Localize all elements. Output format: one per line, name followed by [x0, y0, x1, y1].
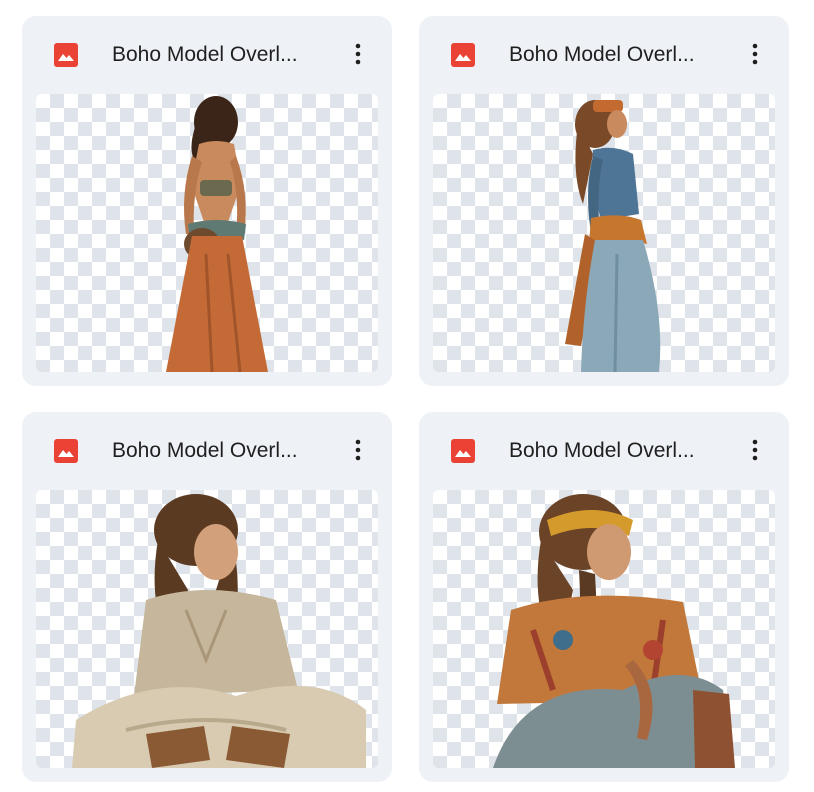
image-file-icon	[451, 439, 475, 463]
file-grid: Boho Model Overl... Boho Model Overl... …	[0, 0, 814, 792]
file-card[interactable]: Boho Model Overl...	[22, 16, 392, 386]
file-title: Boho Model Overl...	[112, 43, 298, 66]
file-card-header[interactable]: Boho Model Overl...	[22, 412, 392, 488]
file-card-header[interactable]: Boho Model Overl...	[22, 16, 392, 92]
file-title: Boho Model Overl...	[112, 439, 298, 462]
file-title: Boho Model Overl...	[509, 439, 695, 462]
file-card-header[interactable]: Boho Model Overl...	[419, 412, 789, 488]
more-vert-icon	[752, 43, 758, 65]
model-back-view-image	[166, 96, 268, 372]
image-file-icon	[451, 43, 475, 67]
more-vert-icon	[355, 43, 361, 65]
more-options-button[interactable]	[340, 432, 376, 468]
more-options-button[interactable]	[737, 36, 773, 72]
file-card[interactable]: Boho Model Overl...	[419, 16, 789, 386]
more-vert-icon	[752, 439, 758, 461]
image-file-icon	[54, 43, 78, 67]
file-title: Boho Model Overl...	[509, 43, 695, 66]
file-thumbnail[interactable]	[36, 94, 378, 372]
file-thumbnail[interactable]	[36, 490, 378, 768]
image-file-icon	[54, 439, 78, 463]
more-vert-icon	[355, 439, 361, 461]
model-seated-headscarf-image	[493, 494, 735, 768]
more-options-button[interactable]	[737, 432, 773, 468]
file-card[interactable]: Boho Model Overl...	[419, 412, 789, 782]
file-card-header[interactable]: Boho Model Overl...	[419, 16, 789, 92]
file-card[interactable]: Boho Model Overl...	[22, 412, 392, 782]
model-side-view-image	[565, 100, 661, 372]
more-options-button[interactable]	[340, 36, 376, 72]
file-thumbnail[interactable]	[433, 94, 775, 372]
file-thumbnail[interactable]	[433, 490, 775, 768]
model-sitting-image	[72, 494, 366, 768]
